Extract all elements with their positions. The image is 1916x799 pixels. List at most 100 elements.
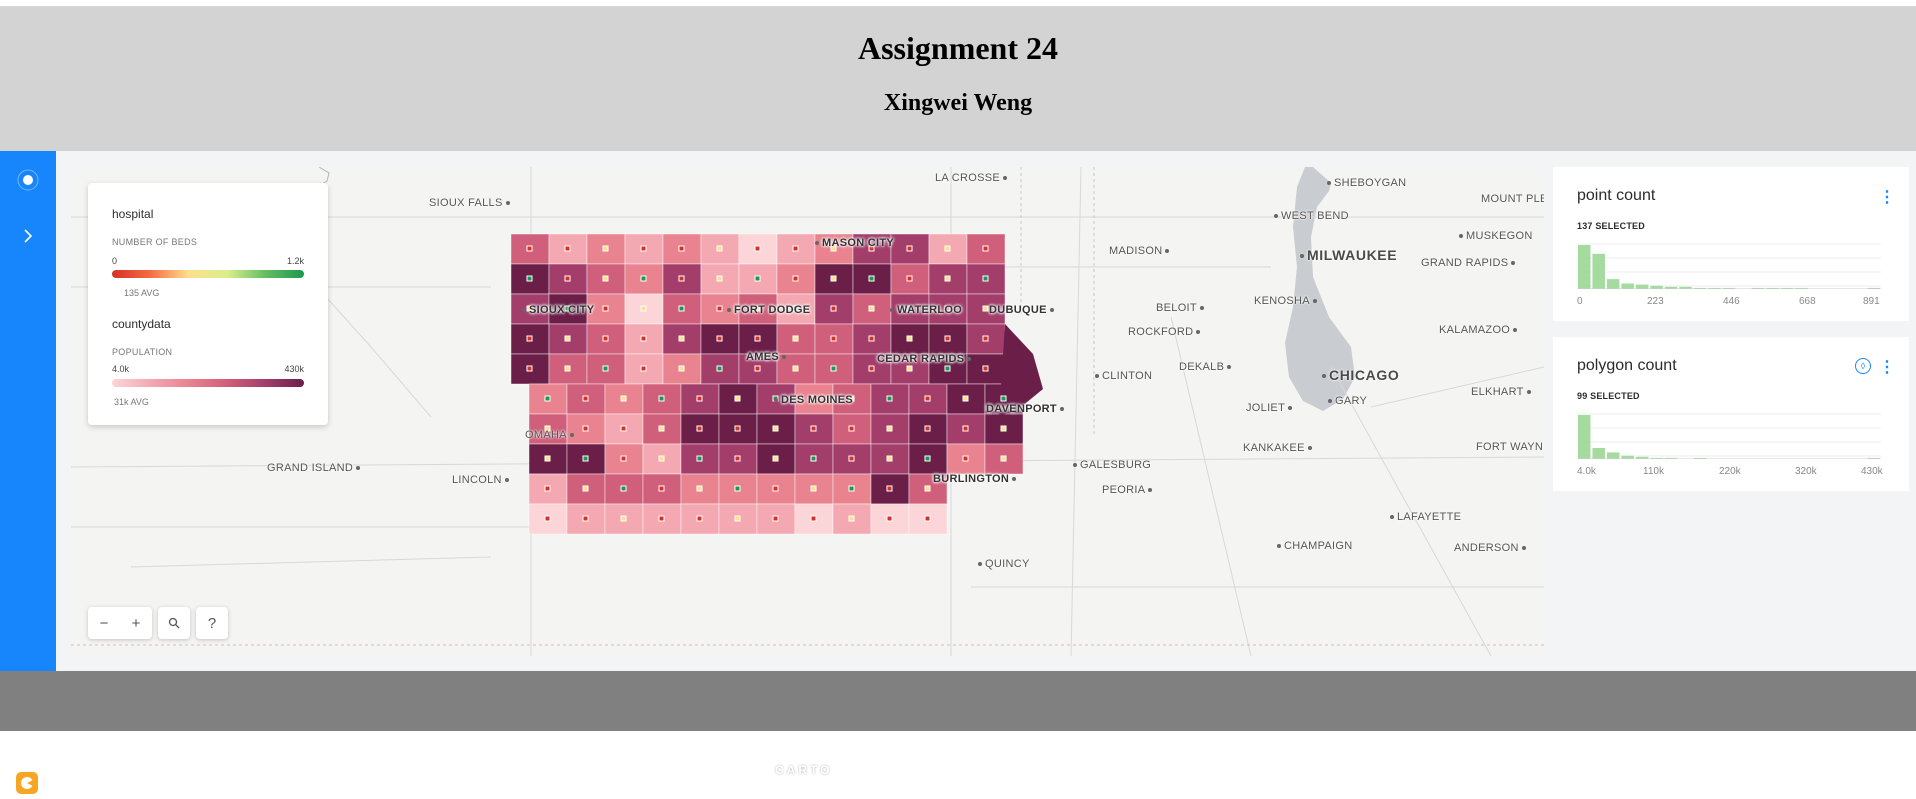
hospital-point[interactable] [602,275,609,282]
hospital-point[interactable] [848,425,855,432]
histogram-point-count[interactable] [1577,243,1881,289]
hospital-point[interactable] [620,515,627,522]
histogram-bar[interactable] [1606,452,1620,459]
hospital-point[interactable] [602,365,609,372]
layers-icon[interactable] [16,168,40,192]
hospital-point[interactable] [640,365,647,372]
hospital-point[interactable] [982,275,989,282]
search-icon[interactable] [158,607,190,639]
hospital-point[interactable] [564,245,571,252]
zoom-in-button[interactable]: + [120,607,152,639]
hospital-point[interactable] [526,365,533,372]
hospital-point[interactable] [696,515,703,522]
hospital-point[interactable] [886,455,893,462]
hospital-point[interactable] [792,335,799,342]
hospital-point[interactable] [754,335,761,342]
hospital-point[interactable] [734,455,741,462]
hospital-point[interactable] [678,365,685,372]
hospital-point[interactable] [526,275,533,282]
hospital-point[interactable] [716,305,723,312]
hospital-point[interactable] [640,335,647,342]
hospital-point[interactable] [886,485,893,492]
carto-logo-icon[interactable] [16,772,38,794]
hospital-point[interactable] [792,365,799,372]
hospital-point[interactable] [754,275,761,282]
hospital-point[interactable] [810,515,817,522]
hospital-point[interactable] [754,245,761,252]
hospital-point[interactable] [886,515,893,522]
hospital-point[interactable] [658,425,665,432]
hospital-point[interactable] [734,515,741,522]
hospital-point[interactable] [658,515,665,522]
hospital-point[interactable] [848,455,855,462]
hospital-point[interactable] [962,395,969,402]
hospital-point[interactable] [544,515,551,522]
hospital-point[interactable] [620,455,627,462]
hospital-point[interactable] [1000,455,1007,462]
hospital-point[interactable] [924,455,931,462]
hospital-point[interactable] [754,365,761,372]
hospital-point[interactable] [906,275,913,282]
hospital-point[interactable] [830,335,837,342]
hospital-point[interactable] [982,335,989,342]
hospital-point[interactable] [924,515,931,522]
hospital-point[interactable] [886,425,893,432]
hospital-point[interactable] [982,305,989,312]
hospital-point[interactable] [678,335,685,342]
hospital-point[interactable] [658,455,665,462]
hospital-point[interactable] [830,275,837,282]
more-vertical-icon[interactable]: ⋮ [1879,187,1895,207]
hospital-point[interactable] [620,395,627,402]
hospital-point[interactable] [924,395,931,402]
hospital-point[interactable] [810,485,817,492]
hospital-point[interactable] [602,335,609,342]
histogram-bar[interactable] [1592,448,1605,459]
hospital-point[interactable] [886,395,893,402]
hospital-point[interactable] [544,485,551,492]
drop-icon[interactable]: ◊ [1855,358,1871,374]
histogram-bar[interactable] [1578,415,1591,459]
help-button[interactable]: ? [196,607,228,639]
zoom-out-button[interactable]: − [88,607,120,639]
hospital-point[interactable] [924,485,931,492]
hospital-point[interactable] [582,515,589,522]
hospital-point[interactable] [602,305,609,312]
hospital-point[interactable] [868,335,875,342]
hospital-point[interactable] [792,245,799,252]
hospital-point[interactable] [640,245,647,252]
histogram-bar[interactable] [1635,284,1649,289]
hospital-point[interactable] [620,425,627,432]
hospital-point[interactable] [944,335,951,342]
hospital-point[interactable] [582,485,589,492]
hospital-point[interactable] [982,365,989,372]
hospital-point[interactable] [526,335,533,342]
hospital-point[interactable] [640,275,647,282]
hospital-point[interactable] [906,365,913,372]
hospital-point[interactable] [772,455,779,462]
histogram-bar[interactable] [1606,279,1620,289]
hospital-point[interactable] [734,395,741,402]
hospital-point[interactable] [582,395,589,402]
hospital-point[interactable] [526,245,533,252]
histogram-bar[interactable] [1621,283,1634,290]
hospital-point[interactable] [944,245,951,252]
hospital-point[interactable] [906,335,913,342]
hospital-point[interactable] [830,365,837,372]
hospital-point[interactable] [696,455,703,462]
histogram-bar[interactable] [1578,245,1591,289]
hospital-point[interactable] [1000,425,1007,432]
hospital-point[interactable] [678,245,685,252]
hospital-point[interactable] [868,365,875,372]
hospital-point[interactable] [678,275,685,282]
hospital-point[interactable] [848,515,855,522]
hospital-point[interactable] [734,425,741,432]
hospital-point[interactable] [924,425,931,432]
hospital-point[interactable] [602,245,609,252]
hospital-point[interactable] [772,515,779,522]
more-vertical-icon[interactable]: ⋮ [1879,357,1895,377]
hospital-point[interactable] [564,365,571,372]
hospital-point[interactable] [564,275,571,282]
hospital-point[interactable] [962,455,969,462]
hospital-point[interactable] [830,305,837,312]
hospital-point[interactable] [792,275,799,282]
